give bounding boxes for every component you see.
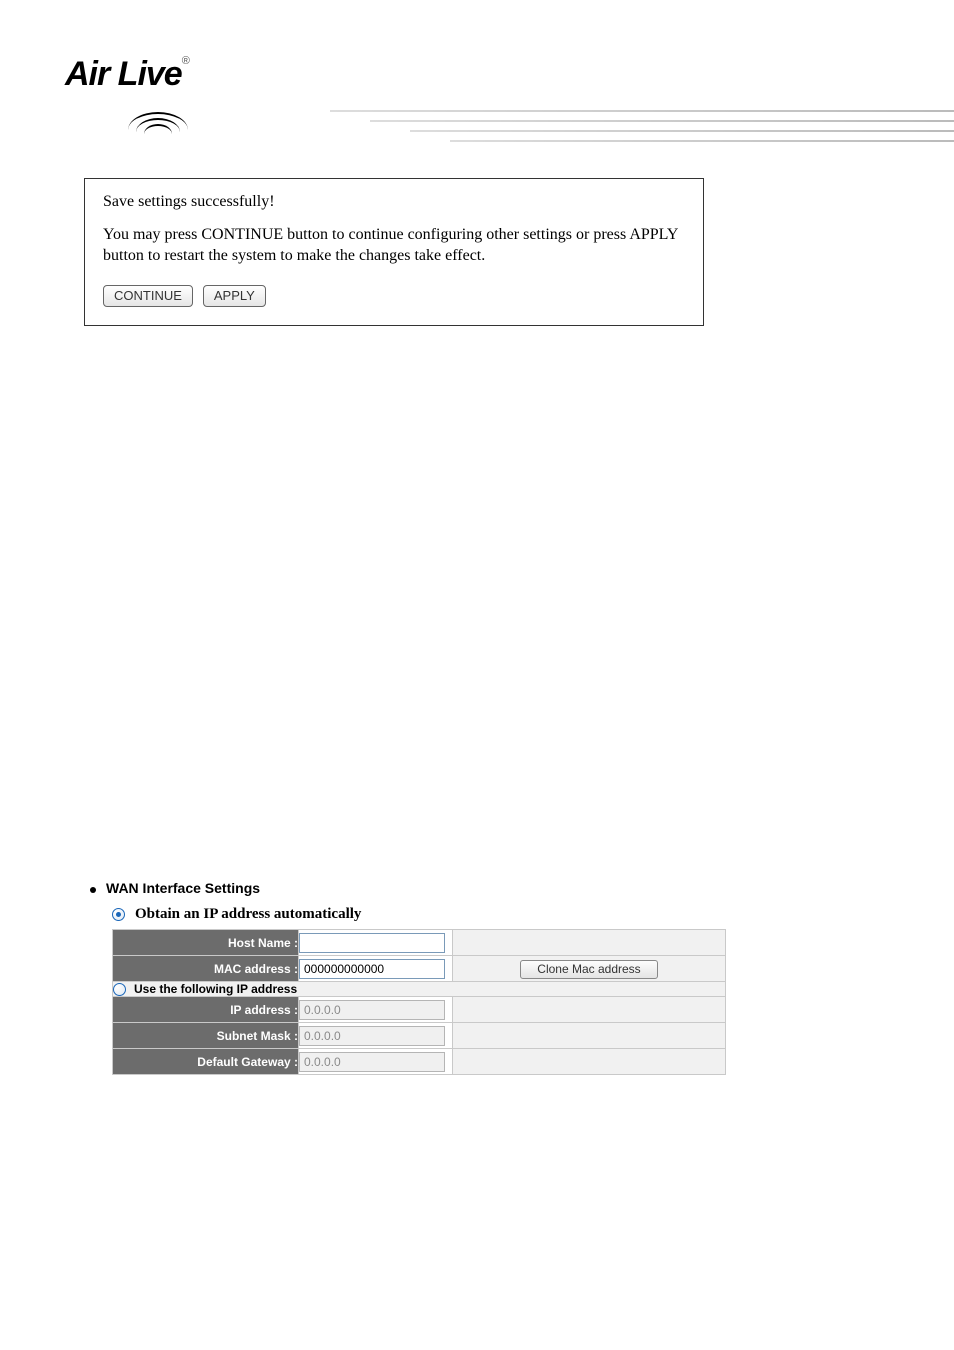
mac-address-input[interactable] (299, 959, 445, 979)
brand-logo: Air Live® (65, 55, 189, 94)
row-static-ip-radio: Use the following IP address (113, 982, 726, 997)
subnet-mask-input (299, 1026, 445, 1046)
success-message: Save settings successfully! (103, 193, 685, 211)
ip-address-input (299, 1000, 445, 1020)
clone-mac-button[interactable]: Clone Mac address (520, 960, 657, 979)
row-host-name: Host Name : (113, 930, 726, 956)
wifi-arc-icon (128, 112, 188, 134)
subnet-mask-label: Subnet Mask : (113, 1023, 299, 1049)
radio-obtain-auto[interactable]: Obtain an IP address automatically (112, 902, 730, 929)
row-mac-address: MAC address : Clone Mac address (113, 956, 726, 982)
host-name-label: Host Name : (113, 930, 299, 956)
radio-icon (113, 983, 126, 996)
row-default-gateway: Default Gateway : (113, 1049, 726, 1075)
wan-settings-table: Host Name : MAC address : Clone Mac addr… (112, 929, 726, 1075)
save-dialog: Save settings successfully! You may pres… (84, 178, 704, 326)
radio-icon (112, 908, 125, 921)
ip-address-label: IP address : (113, 997, 299, 1023)
radio-label-auto: Obtain an IP address automatically (135, 906, 361, 923)
brand-name: Air Live® (65, 55, 189, 94)
row-subnet-mask: Subnet Mask : (113, 1023, 726, 1049)
radio-use-static[interactable]: Use the following IP address (113, 982, 725, 996)
instructions-text: You may press CONTINUE button to continu… (103, 225, 685, 267)
apply-button[interactable]: APPLY (203, 285, 266, 307)
section-title: WAN Interface Settings (106, 880, 260, 896)
mac-address-label: MAC address : (113, 956, 299, 982)
default-gateway-label: Default Gateway : (113, 1049, 299, 1075)
host-name-input[interactable] (299, 933, 445, 953)
continue-button[interactable]: CONTINUE (103, 285, 193, 307)
wan-interface-settings: WAN Interface Settings Obtain an IP addr… (90, 880, 730, 1075)
radio-label-static: Use the following IP address (134, 982, 297, 996)
default-gateway-input (299, 1052, 445, 1072)
bullet-icon (90, 887, 96, 893)
row-ip-address: IP address : (113, 997, 726, 1023)
